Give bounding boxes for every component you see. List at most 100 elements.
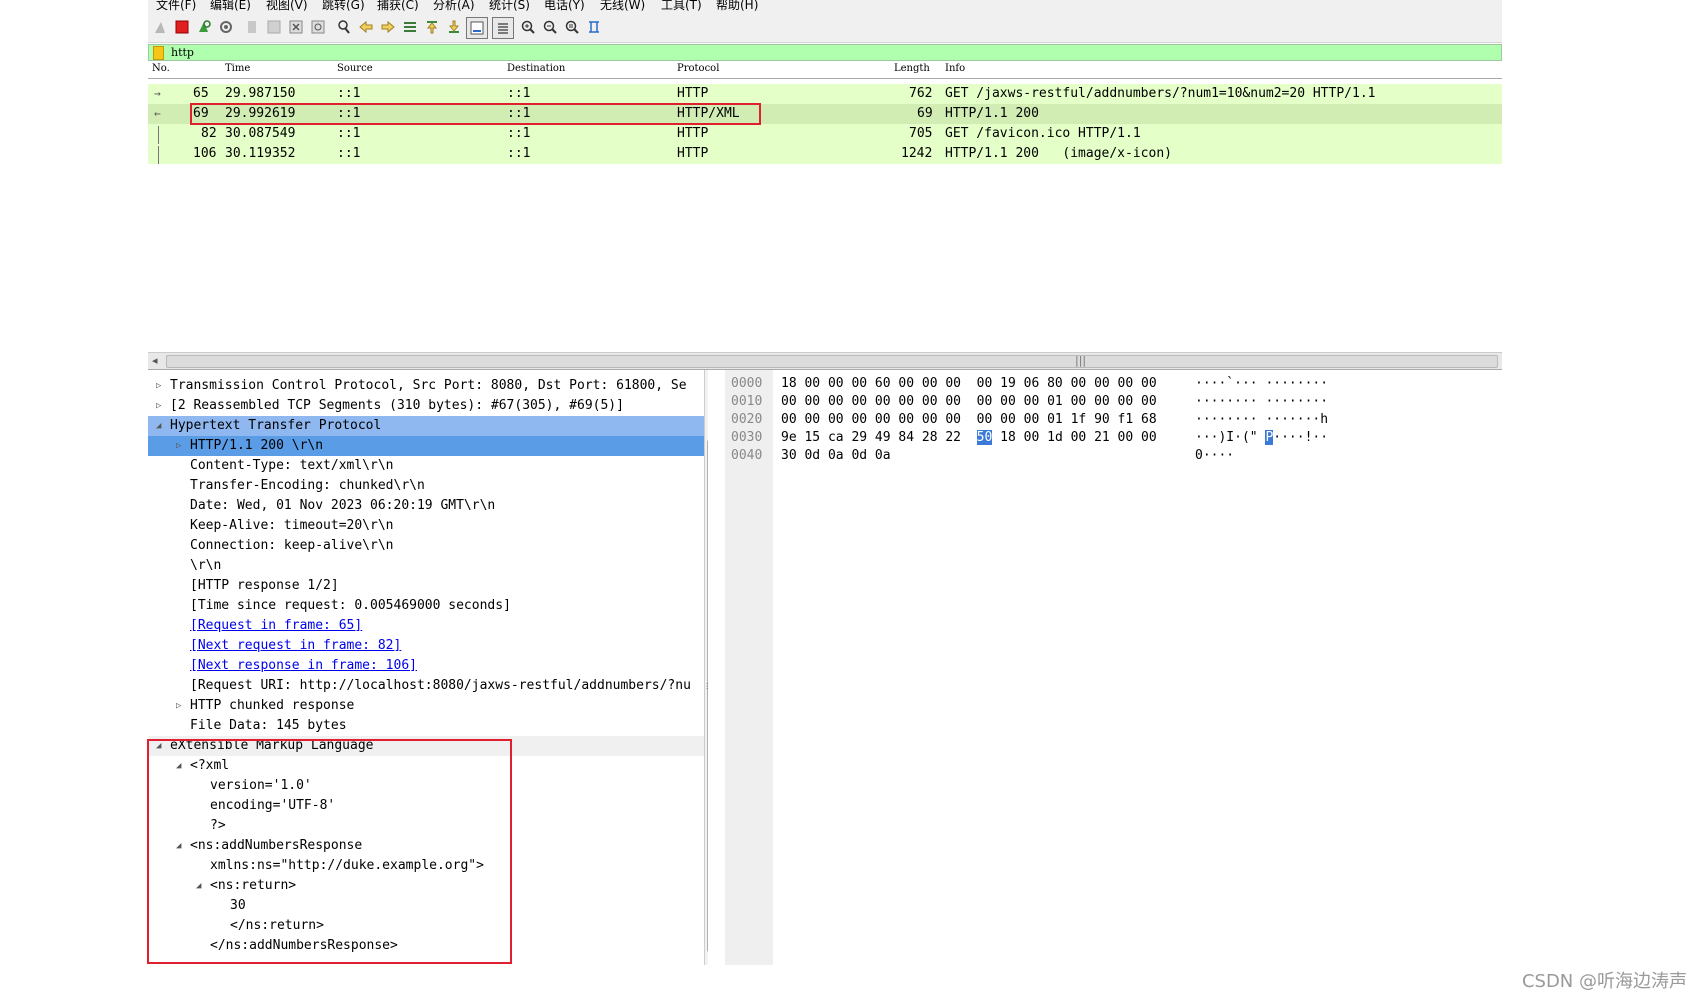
request-in-frame-link[interactable]: [Request in frame: 65] [190,618,362,633]
packet-bytes-pane: 0000 0010 0020 0030 0040 18 00 00 00 60 … [725,370,1502,965]
packet-protocol: HTTP [677,126,709,141]
bookmark-icon[interactable] [153,46,164,60]
capture-options-icon[interactable] [218,19,234,35]
tree-item[interactable]: File Data: 145 bytes [148,716,704,736]
menu-edit[interactable]: 编辑(E) [210,0,251,12]
menu-view[interactable]: 视图(V) [266,0,308,12]
menu-analyze[interactable]: 分析(A) [433,0,475,12]
column-header-info[interactable]: Info [945,63,965,74]
ascii-row[interactable]: ········ ·······h [1195,411,1328,429]
hex-bytes-row[interactable]: 18 00 00 00 60 00 00 00 00 19 06 80 00 0… [781,375,1157,393]
packet-protocol: HTTP [677,146,709,161]
packet-row[interactable]: 106 30.119352 ::1 ::1 HTTP 1242 HTTP/1.1… [148,144,1502,164]
tree-item[interactable]: \r\n [148,556,704,576]
column-header-source[interactable]: Source [337,63,373,74]
hscroll-thumb[interactable]: ||| [166,354,1498,368]
go-back-icon[interactable] [358,19,374,35]
packet-no: 82 [201,126,217,141]
packet-no: 65 [193,86,209,101]
column-header-length[interactable]: Length [894,63,930,74]
normal-size-icon[interactable] [564,19,580,35]
packet-destination: ::1 [507,146,531,161]
tree-item[interactable]: Content-Type: text/xml\r\n [148,456,704,476]
packet-protocol: HTTP [677,86,709,101]
colorize-icon[interactable] [492,17,514,39]
resize-columns-icon[interactable] [586,19,602,35]
ascii-row[interactable]: ········ ········ [1195,393,1328,411]
scroll-left-icon[interactable]: ◂ [152,353,158,369]
menu-help[interactable]: 帮助(H) [716,0,758,12]
menu-tools[interactable]: 工具(T) [661,0,702,12]
restart-capture-icon[interactable] [196,19,212,35]
tree-item[interactable]: Transfer-Encoding: chunked\r\n [148,476,704,496]
details-vscrollbar[interactable]: ▲ ☰ ▼ [704,370,708,965]
tree-item[interactable]: [Request URI: http://localhost:8080/jaxw… [148,676,704,696]
column-header-time[interactable]: Time [225,63,250,74]
expand-arrow-icon[interactable]: ▷ [156,376,161,396]
packet-row[interactable]: → 65 29.987150 ::1 ::1 HTTP 762 GET /jax… [148,84,1502,104]
packet-length: 69 [917,106,933,121]
hex-bytes-row[interactable]: 30 0d 0a 0d 0a [781,447,891,465]
menu-statistics[interactable]: 统计(S) [489,0,530,12]
expand-arrow-icon[interactable]: ▷ [156,396,161,416]
hex-bytes: 9e 15 ca 29 49 84 28 22 [781,430,977,445]
display-filter-bar[interactable]: http [148,44,1502,61]
tree-item-link[interactable]: [Next request in frame: 82] [148,636,704,656]
tree-item[interactable]: [Time since request: 0.005469000 seconds… [148,596,704,616]
tree-item-status-line[interactable]: ▷ HTTP/1.1 200 \r\n [148,436,704,456]
shark-fin-start-icon[interactable] [152,19,168,35]
menu-capture[interactable]: 捕获(C) [377,0,419,12]
hex-bytes-row[interactable]: 9e 15 ca 29 49 84 28 22 50 18 00 1d 00 2… [781,429,1157,447]
expand-arrow-icon[interactable]: ▷ [176,436,181,456]
tree-item[interactable]: Date: Wed, 01 Nov 2023 06:20:19 GMT\r\n [148,496,704,516]
tree-item[interactable]: Connection: keep-alive\r\n [148,536,704,556]
tree-item[interactable]: [HTTP response 1/2] [148,576,704,596]
ascii-row[interactable]: 0···· [1195,447,1234,465]
tree-item-reassembled[interactable]: ▷ [2 Reassembled TCP Segments (310 bytes… [148,396,704,416]
go-last-icon[interactable] [446,19,462,35]
ascii-row[interactable]: ···)I·(" P····!·· [1195,429,1328,447]
next-response-link[interactable]: [Next response in frame: 106] [190,658,417,673]
tree-item-link[interactable]: [Next response in frame: 106] [148,656,704,676]
find-packet-icon[interactable] [336,19,352,35]
stop-capture-icon[interactable] [174,19,190,35]
tree-item-label: Transmission Control Protocol, Src Port:… [170,378,687,393]
menu-file[interactable]: 文件(F) [156,0,196,12]
hex-bytes-row[interactable]: 00 00 00 00 00 00 00 00 00 00 00 01 00 0… [781,393,1157,411]
save-file-icon[interactable] [266,19,282,35]
hex-byte-selected[interactable]: 50 [976,430,993,445]
hex-bytes-row[interactable]: 00 00 00 00 00 00 00 00 00 00 00 01 1f 9… [781,411,1157,429]
tree-item-http[interactable]: ◢ Hypertext Transfer Protocol [148,416,704,436]
reload-file-icon[interactable] [310,19,326,35]
tree-item-label: [2 Reassembled TCP Segments (310 bytes):… [170,398,624,413]
open-file-icon[interactable] [244,19,260,35]
column-header-destination[interactable]: Destination [507,63,565,74]
tree-item-link[interactable]: [Request in frame: 65] [148,616,704,636]
column-header-no[interactable]: No. [152,63,170,74]
go-to-packet-icon[interactable] [402,19,418,35]
expand-arrow-icon[interactable]: ▷ [176,696,181,716]
packet-time: 30.119352 [225,146,296,161]
menu-go[interactable]: 跳转(G) [322,0,365,12]
zoom-in-icon[interactable] [520,19,536,35]
menu-telephony[interactable]: 电话(Y) [544,0,585,12]
packet-source: ::1 [337,146,361,161]
zoom-out-icon[interactable] [542,19,558,35]
ascii-row[interactable]: ····`··· ········ [1195,375,1328,393]
display-filter-input[interactable]: http [171,45,194,60]
collapse-arrow-icon[interactable]: ◢ [156,416,161,436]
vscroll-thumb[interactable] [707,440,708,952]
menu-wireless[interactable]: 无线(W) [600,0,645,12]
next-request-link[interactable]: [Next request in frame: 82] [190,638,401,653]
column-header-protocol[interactable]: Protocol [677,63,719,74]
tree-item-tcp[interactable]: ▷ Transmission Control Protocol, Src Por… [148,376,704,396]
go-first-icon[interactable] [424,19,440,35]
related-packet-line [158,126,159,144]
tree-item[interactable]: Keep-Alive: timeout=20\r\n [148,516,704,536]
packet-row[interactable]: 82 30.087549 ::1 ::1 HTTP 705 GET /favic… [148,124,1502,144]
packet-list-hscrollbar[interactable]: ◂ ||| [148,352,1502,370]
tree-item-chunked[interactable]: ▷ HTTP chunked response [148,696,704,716]
close-file-icon[interactable] [288,19,304,35]
go-forward-icon[interactable] [380,19,396,35]
auto-scroll-icon[interactable] [466,17,488,39]
